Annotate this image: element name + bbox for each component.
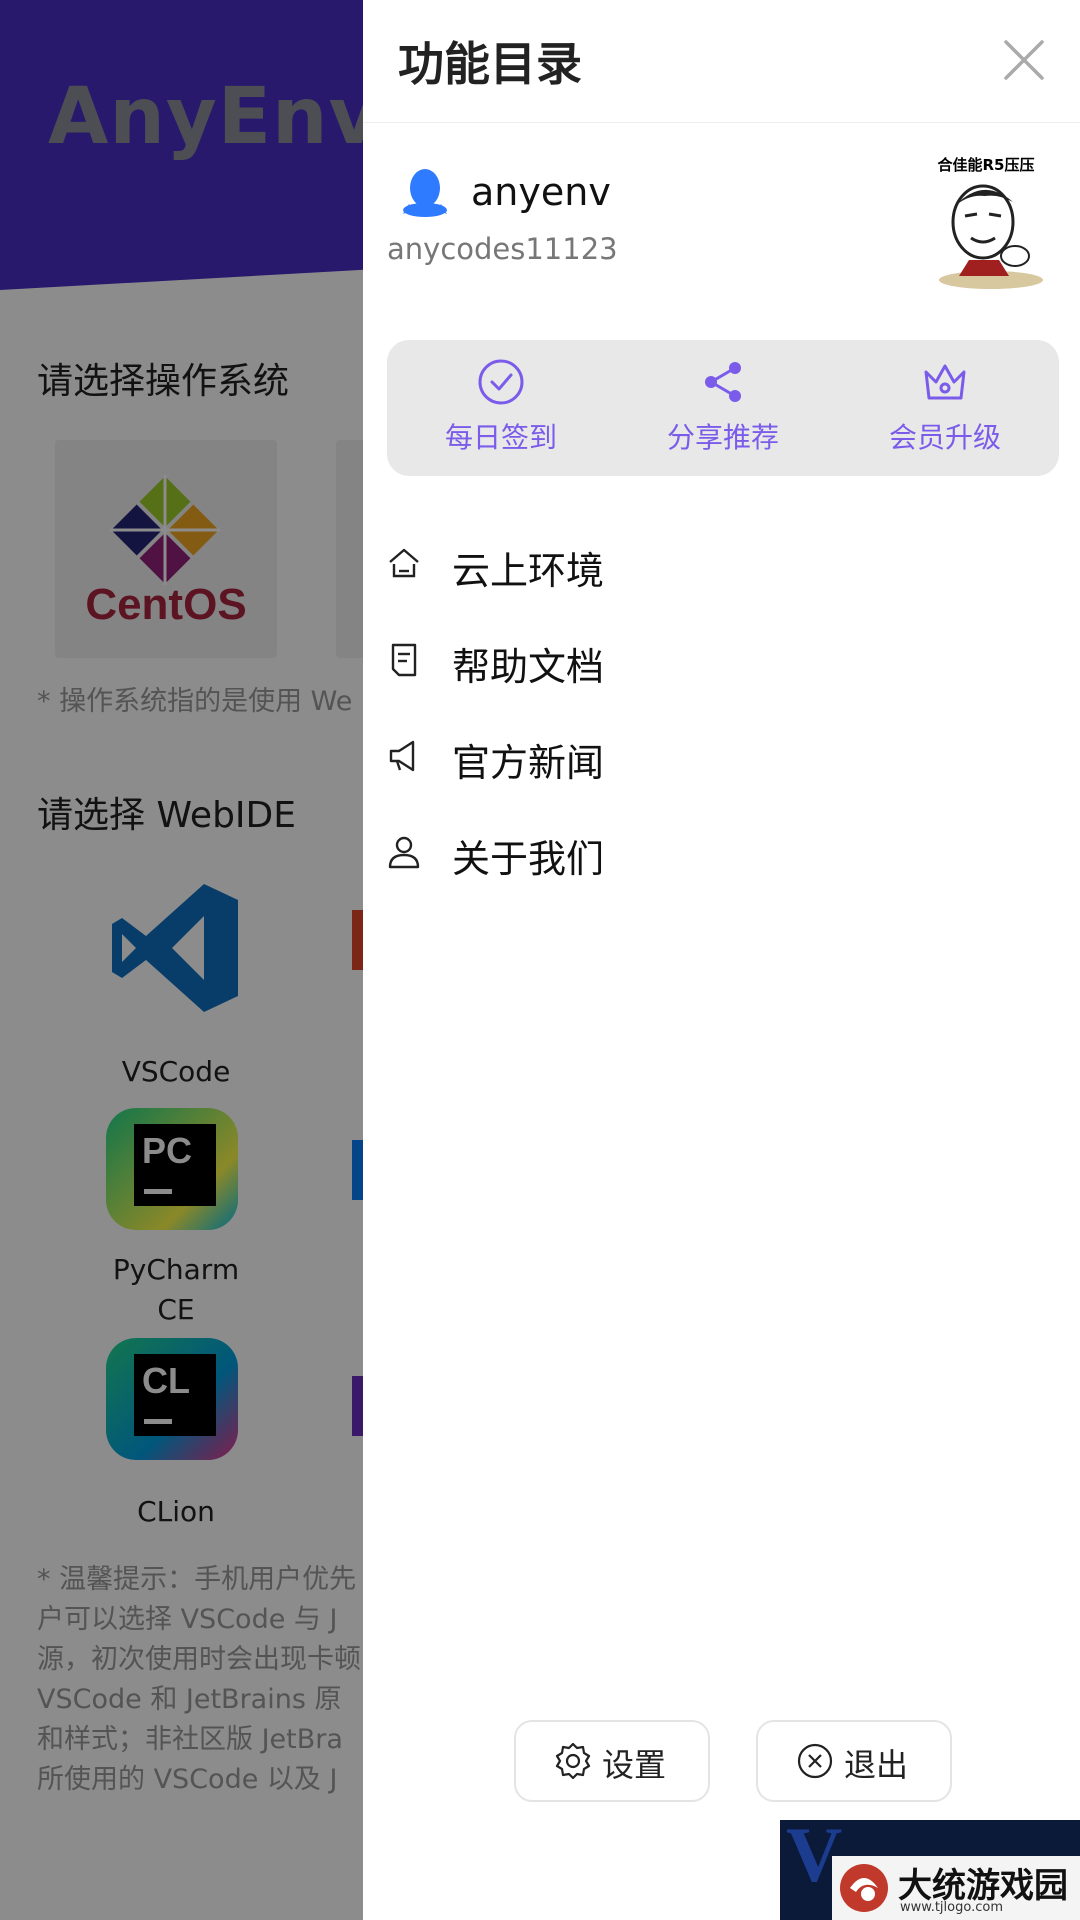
function-drawer: 功能目录 anyenv anycodes11123 合佳能R5压压 每日签到 分… xyxy=(363,0,1080,1920)
crown-icon xyxy=(924,364,966,400)
menu-label: 官方新闻 xyxy=(452,741,605,785)
menu-item-help-docs[interactable]: 帮助文档 xyxy=(387,620,1047,700)
action-label: 每日签到 xyxy=(444,421,557,454)
home-icon xyxy=(389,548,419,578)
avatar-face-icon xyxy=(939,184,1043,289)
menu-item-about-us[interactable]: 关于我们 xyxy=(387,812,1047,892)
check-circle-icon xyxy=(478,359,524,405)
close-icon[interactable] xyxy=(998,34,1050,86)
quick-actions-card: 每日签到 分享推荐 会员升级 xyxy=(387,340,1059,476)
action-label: 分享推荐 xyxy=(666,421,779,454)
watermark-url: www.tjlogo.com xyxy=(900,1900,1003,1915)
logout-button[interactable]: 退出 xyxy=(756,1720,952,1802)
share-recommend-button[interactable]: 分享推荐 xyxy=(625,358,821,456)
share-icon xyxy=(705,362,741,402)
user-id: anycodes11123 xyxy=(387,232,618,266)
drawer-title: 功能目录 xyxy=(398,37,582,91)
vip-upgrade-button[interactable]: 会员升级 xyxy=(847,358,1043,456)
action-label: 会员升级 xyxy=(888,421,1001,454)
watermark: V 大统游戏园 www.tjlogo.com xyxy=(780,1820,1080,1920)
menu-item-cloud-env[interactable]: 云上环境 xyxy=(387,524,1047,604)
watermark-panel: 大统游戏园 www.tjlogo.com xyxy=(832,1856,1080,1920)
document-icon xyxy=(391,643,417,677)
user-name: anyenv xyxy=(471,170,611,214)
logout-label: 退出 xyxy=(844,1746,909,1784)
drawer-header: 功能目录 xyxy=(363,0,1080,123)
qq-icon xyxy=(403,169,447,217)
menu-label: 云上环境 xyxy=(452,549,605,593)
daily-checkin-button[interactable]: 每日签到 xyxy=(403,358,599,456)
user-icon xyxy=(388,836,420,869)
settings-label: 设置 xyxy=(602,1746,667,1784)
menu-item-news[interactable]: 官方新闻 xyxy=(387,716,1047,796)
avatar[interactable]: 合佳能R5压压 xyxy=(929,150,1049,290)
settings-button[interactable]: 设置 xyxy=(514,1720,710,1802)
watermark-logo-icon xyxy=(840,1864,888,1912)
gear-icon xyxy=(555,1742,591,1780)
close-circle-icon xyxy=(797,1743,833,1779)
megaphone-icon xyxy=(389,740,415,772)
menu-label: 帮助文档 xyxy=(452,645,605,689)
menu-label: 关于我们 xyxy=(452,837,605,881)
